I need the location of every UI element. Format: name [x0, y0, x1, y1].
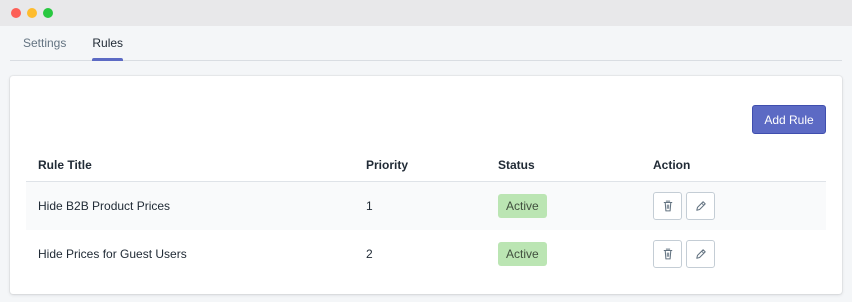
edit-button[interactable] — [686, 240, 715, 268]
pencil-icon — [695, 249, 706, 259]
rules-table: Rule Title Priority Status Action Hide B… — [26, 148, 826, 278]
table-row: Hide Prices for Guest Users 2 Active — [26, 230, 826, 278]
action-cell — [653, 192, 826, 220]
pencil-icon — [695, 201, 706, 211]
rule-title-cell: Hide B2B Product Prices — [38, 199, 171, 213]
maximize-window-button[interactable] — [43, 8, 53, 18]
rule-title-cell: Hide Prices for Guest Users — [38, 247, 187, 261]
header-rule-title: Rule Title — [38, 157, 92, 172]
trash-icon — [663, 248, 672, 260]
window-body: Settings Rules Add Rule Rule Title Prior… — [0, 26, 852, 302]
header-status: Status — [498, 157, 535, 172]
trash-icon — [663, 200, 672, 212]
tab-rules[interactable]: Rules — [79, 25, 136, 61]
table-row: Hide B2B Product Prices 1 Active — [26, 182, 826, 230]
table-header: Rule Title Priority Status Action — [26, 148, 826, 182]
delete-button[interactable] — [653, 192, 682, 220]
priority-cell: 1 — [366, 199, 373, 213]
window-titlebar — [0, 0, 852, 26]
add-rule-button[interactable]: Add Rule — [752, 105, 826, 134]
status-cell: Active — [498, 194, 653, 218]
status-cell: Active — [498, 242, 653, 266]
minimize-window-button[interactable] — [27, 8, 37, 18]
status-badge: Active — [498, 242, 547, 266]
action-cell — [653, 240, 826, 268]
priority-cell: 2 — [366, 247, 373, 261]
tab-settings[interactable]: Settings — [10, 25, 79, 60]
delete-button[interactable] — [653, 240, 682, 268]
tab-bar: Settings Rules — [10, 26, 842, 61]
rules-card: Add Rule Rule Title Priority Status Acti… — [10, 76, 842, 294]
close-window-button[interactable] — [11, 8, 21, 18]
header-priority: Priority — [366, 157, 409, 172]
status-badge: Active — [498, 194, 547, 218]
edit-button[interactable] — [686, 192, 715, 220]
header-action: Action — [653, 157, 691, 172]
